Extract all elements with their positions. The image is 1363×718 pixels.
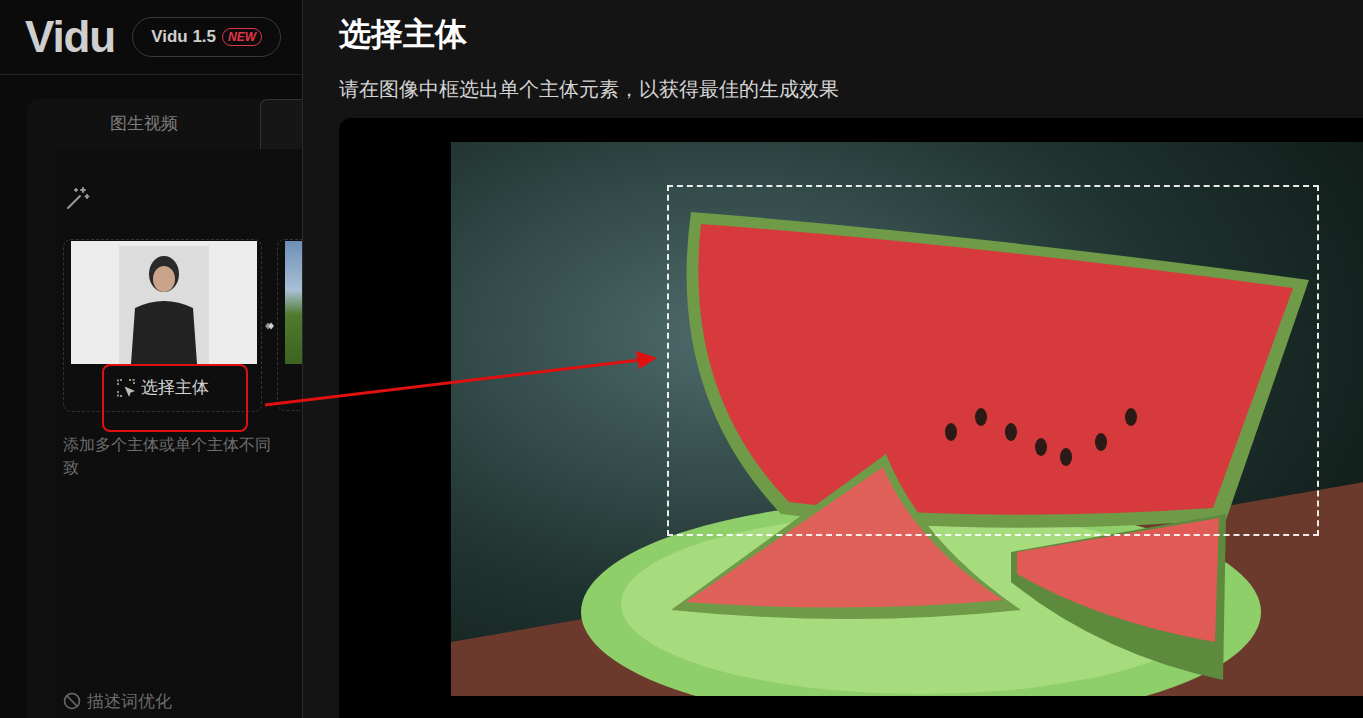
subject-card[interactable]: 选择主体: [63, 239, 262, 412]
highlight-frame: [102, 364, 248, 432]
new-badge: NEW: [222, 28, 262, 46]
select-subject-dialog: 选择主体 请在图像中框选出单个主体元素，以获得最佳的生成效果: [302, 0, 1363, 718]
tab[interactable]: [260, 99, 302, 149]
subject-card[interactable]: [277, 239, 302, 411]
image-stage: [339, 118, 1363, 718]
dialog-title: 选择主体: [339, 12, 1363, 56]
logo[interactable]: Vidu: [25, 15, 115, 59]
subject-cards: 选择主体: [63, 239, 302, 412]
annotation-arrow-icon: [0, 0, 1363, 718]
tab-bar: 图生视频: [27, 99, 302, 149]
version-label: Vidu 1.5: [151, 24, 216, 50]
magic-wand-icon[interactable]: [65, 185, 91, 211]
tab-label: 图生视频: [110, 111, 178, 137]
hint-text: 添加多个主体或单个主体不同致: [63, 433, 302, 479]
landscape-photo: [285, 241, 302, 364]
watermelon-photo: [451, 142, 1363, 696]
side-panel: Vidu Vidu 1.5 NEW 图生视频: [0, 0, 302, 718]
generate-panel: 图生视频 选择主体: [27, 99, 302, 718]
image-canvas[interactable]: [451, 142, 1363, 718]
version-badge[interactable]: Vidu 1.5 NEW: [132, 17, 281, 57]
top-bar: Vidu Vidu 1.5 NEW: [0, 0, 302, 75]
select-subject-button[interactable]: 选择主体: [71, 364, 254, 411]
selection-box[interactable]: [667, 185, 1319, 536]
dialog-subtitle: 请在图像中框选出单个主体元素，以获得最佳的生成效果: [339, 75, 1363, 103]
select-subject-label: 选择主体: [141, 375, 209, 401]
prompt-optimize[interactable]: 描述词优化: [63, 689, 302, 715]
select-area-icon: [117, 379, 135, 397]
disabled-icon: [63, 692, 81, 710]
hint-line: 致: [63, 456, 302, 479]
subject-photo: [71, 241, 257, 364]
panel-body: 选择主体 添加多个主体或单个主体不同致 描述词优化: [55, 149, 302, 718]
diamond-icon: [262, 314, 277, 338]
hint-line: 添加多个主体或单个主体不同: [63, 433, 302, 456]
prompt-optimize-label: 描述词优化: [87, 689, 172, 715]
tab[interactable]: 图生视频: [27, 99, 260, 149]
